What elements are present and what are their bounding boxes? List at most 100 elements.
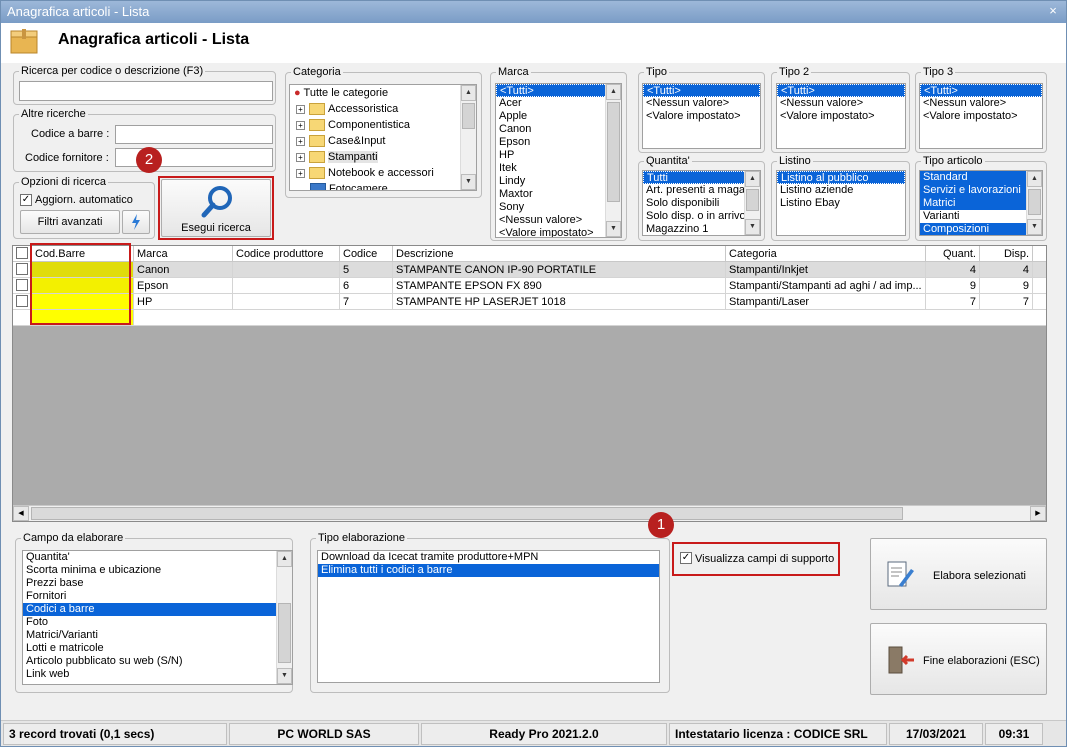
list-item[interactable]: Listino aziende — [777, 184, 905, 197]
list-item[interactable]: HP — [496, 149, 621, 162]
table-cell[interactable]: 4 — [926, 262, 980, 278]
column-header-available[interactable]: Disp. — [980, 246, 1033, 262]
column-header-producer-code[interactable]: Codice produttore — [233, 246, 340, 262]
search-input[interactable] — [19, 81, 273, 101]
list-item[interactable]: Lotti e matricole — [23, 642, 292, 655]
item-type-list[interactable]: Standard Servizi e lavorazioni Matrici V… — [919, 170, 1043, 236]
list-item[interactable]: Servizi e lavorazioni — [920, 184, 1042, 197]
barcode-input[interactable] — [115, 125, 273, 144]
list-item[interactable]: <Nessun valore> — [777, 97, 905, 110]
list-item[interactable]: Fornitori — [23, 590, 292, 603]
quantity-scrollbar[interactable]: ▲ ▼ — [744, 171, 760, 235]
column-header-quantity[interactable]: Quant. — [926, 246, 980, 262]
list-item[interactable]: Maxtor — [496, 188, 621, 201]
list-item[interactable]: <Nessun valore> — [496, 214, 621, 227]
type3-list[interactable]: <Tutti> <Nessun valore> <Valore impostat… — [919, 83, 1043, 149]
table-cell[interactable]: STAMPANTE HP LASERJET 1018 — [393, 294, 726, 310]
list-item[interactable]: <Tutti> — [496, 84, 621, 97]
column-header-brand[interactable]: Marca — [134, 246, 233, 262]
tree-root[interactable]: ● Tutte le categorie — [294, 85, 388, 101]
list-item[interactable]: Sony — [496, 201, 621, 214]
table-cell[interactable]: Canon — [134, 262, 233, 278]
new-row-cell[interactable] — [134, 310, 1046, 326]
list-item[interactable]: Apple — [496, 110, 621, 123]
table-cell[interactable]: Stampanti/Inkjet — [726, 262, 926, 278]
table-cell[interactable] — [233, 278, 340, 294]
list-item[interactable]: Articolo pubblicato su web (S/N) — [23, 655, 292, 668]
item-type-scrollbar[interactable]: ▲ ▼ — [1026, 171, 1042, 235]
list-item[interactable]: Art. presenti a magazzino — [643, 184, 760, 197]
column-header-description[interactable]: Descrizione — [393, 246, 726, 262]
list-item[interactable]: <Tutti> — [920, 84, 1042, 97]
close-icon[interactable]: × — [1046, 3, 1060, 19]
list-item[interactable]: Link web — [23, 668, 292, 681]
list-item[interactable]: Matrici/Varianti — [23, 629, 292, 642]
list-item[interactable]: <Valore impostato> — [643, 110, 760, 123]
list-item[interactable]: Acer — [496, 97, 621, 110]
type2-list[interactable]: <Tutti> <Nessun valore> <Valore impostat… — [776, 83, 906, 149]
lightning-button[interactable] — [122, 210, 150, 234]
list-item[interactable]: <Valore impostato> — [777, 110, 905, 123]
list-item[interactable]: Codici a barre — [23, 603, 292, 616]
table-cell[interactable] — [233, 294, 340, 310]
brand-list[interactable]: <Tutti> Acer Apple Canon Epson HP Itek L… — [495, 83, 622, 238]
grid-hscrollbar[interactable]: ◀ ▶ — [13, 505, 1046, 521]
table-cell[interactable]: STAMPANTE EPSON FX 890 — [393, 278, 726, 294]
field-list[interactable]: Quantita' Scorta minima e ubicazione Pre… — [22, 550, 293, 685]
table-cell[interactable]: 6 — [340, 278, 393, 294]
table-cell[interactable]: Stampanti/Laser — [726, 294, 926, 310]
processing-type-list[interactable]: Download da Icecat tramite produttore+MP… — [317, 550, 660, 683]
list-item[interactable]: Prezzi base — [23, 577, 292, 590]
list-item[interactable]: Matrici — [920, 197, 1042, 210]
list-item[interactable]: <Valore impostato> — [920, 110, 1042, 123]
tree-item-case-input[interactable]: + Case&Input — [296, 133, 385, 149]
list-item[interactable]: Composizioni — [920, 223, 1042, 235]
table-cell[interactable]: 9 — [980, 278, 1033, 294]
list-item[interactable]: <Tutti> — [643, 84, 760, 97]
list-item[interactable]: Tutti — [643, 171, 760, 184]
list-item[interactable]: Download da Icecat tramite produttore+MP… — [318, 551, 659, 564]
tree-item-componentistica[interactable]: + Componentistica — [296, 117, 410, 133]
list-item[interactable]: <Nessun valore> — [643, 97, 760, 110]
table-cell[interactable]: STAMPANTE CANON IP-90 PORTATILE — [393, 262, 726, 278]
table-cell[interactable]: Epson — [134, 278, 233, 294]
list-item[interactable]: Elimina tutti i codici a barre — [318, 564, 659, 577]
finish-button[interactable]: Fine elaborazioni (ESC) — [870, 623, 1047, 695]
list-item[interactable]: <Nessun valore> — [920, 97, 1042, 110]
column-header-code[interactable]: Codice — [340, 246, 393, 262]
list-item[interactable]: Listino Ebay — [777, 197, 905, 210]
price-list[interactable]: Listino al pubblico Listino aziende List… — [776, 170, 906, 236]
table-cell[interactable]: 7 — [340, 294, 393, 310]
brand-scrollbar[interactable]: ▲ ▼ — [605, 84, 621, 237]
quantity-list[interactable]: Tutti Art. presenti a magazzino Solo dis… — [642, 170, 761, 236]
scroll-left-arrow[interactable]: ◀ — [13, 506, 29, 521]
list-item[interactable]: Epson — [496, 136, 621, 149]
tree-item-notebook[interactable]: + Notebook e accessori — [296, 165, 434, 181]
process-selected-button[interactable]: Elabora selezionati — [870, 538, 1047, 610]
category-scrollbar[interactable]: ▲ ▼ — [460, 85, 476, 190]
scroll-right-arrow[interactable]: ▶ — [1030, 506, 1046, 521]
field-scrollbar[interactable]: ▲ ▼ — [276, 551, 292, 684]
list-item[interactable]: Canon — [496, 123, 621, 136]
list-item[interactable]: Listino al pubblico — [777, 171, 905, 184]
results-grid[interactable]: Cod.Barre Marca Codice produttore Codice… — [12, 245, 1047, 522]
tree-item-fotocamere[interactable]: Fotocamere — [310, 181, 388, 190]
support-fields-checkbox[interactable]: ✓ — [680, 552, 692, 564]
table-cell[interactable]: 7 — [980, 294, 1033, 310]
auto-update-checkbox[interactable]: ✓ — [20, 194, 32, 206]
table-cell[interactable] — [233, 262, 340, 278]
list-item[interactable]: Itek — [496, 162, 621, 175]
table-cell[interactable]: 5 — [340, 262, 393, 278]
list-item[interactable]: Standard — [920, 171, 1042, 184]
advanced-filters-button[interactable]: Filtri avanzati — [20, 210, 120, 234]
table-cell[interactable]: 9 — [926, 278, 980, 294]
table-cell[interactable]: HP — [134, 294, 233, 310]
list-item[interactable]: Magazzino 1 — [643, 223, 760, 235]
list-item[interactable]: Varianti — [920, 210, 1042, 223]
tree-item-accessoristica[interactable]: + Accessoristica — [296, 101, 398, 117]
list-item[interactable]: Solo disp. o in arrivo — [643, 210, 760, 223]
list-item[interactable]: <Tutti> — [777, 84, 905, 97]
type-list[interactable]: <Tutti> <Nessun valore> <Valore impostat… — [642, 83, 761, 149]
column-header-category[interactable]: Categoria — [726, 246, 926, 262]
table-cell[interactable]: 4 — [980, 262, 1033, 278]
